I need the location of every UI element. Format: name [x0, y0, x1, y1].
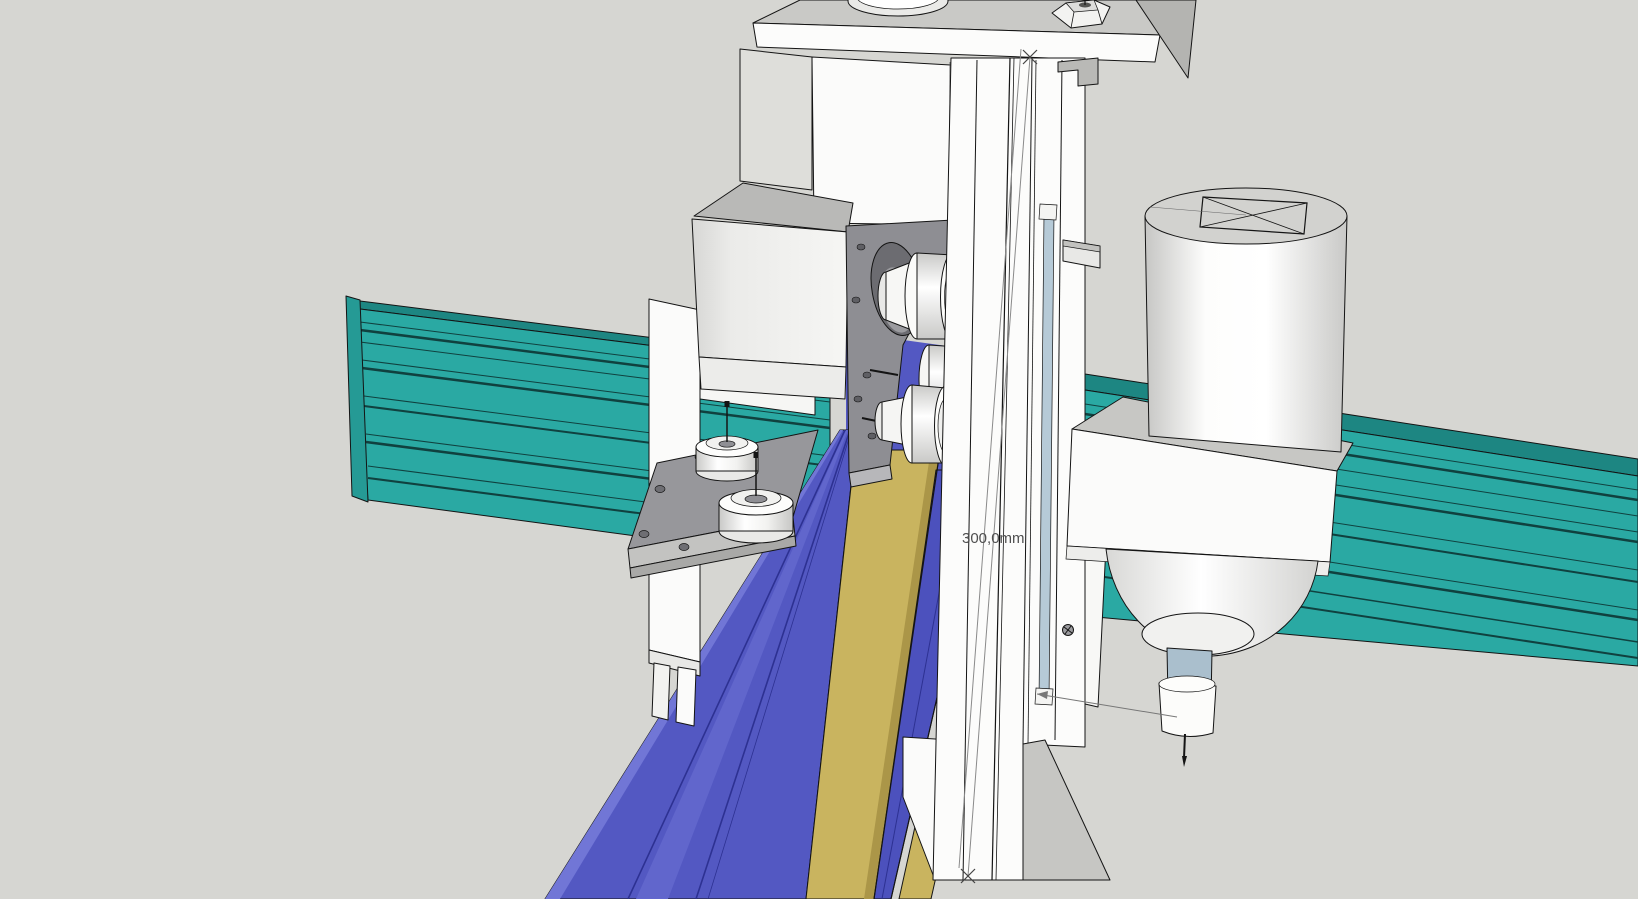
model-canvas[interactable]: 300,0mm	[0, 0, 1638, 899]
rail-clamp-top	[1038, 203, 1058, 221]
bracket-leg	[675, 666, 697, 727]
spindle-top	[1144, 187, 1348, 245]
spindle-body	[1144, 215, 1348, 453]
back-panel	[739, 48, 813, 191]
bearing-housing	[1141, 612, 1255, 656]
bore-hole	[744, 494, 768, 504]
axis-handle	[753, 452, 759, 458]
dimension-label: 300,0mm	[962, 530, 1025, 547]
axis-handle	[724, 401, 730, 407]
tool-bit	[1183, 733, 1186, 759]
motor-front-face	[691, 218, 849, 368]
collet-top	[1158, 675, 1216, 693]
bracket-leg	[651, 662, 671, 721]
cad-viewport[interactable]: 300,0mm	[0, 0, 1638, 899]
